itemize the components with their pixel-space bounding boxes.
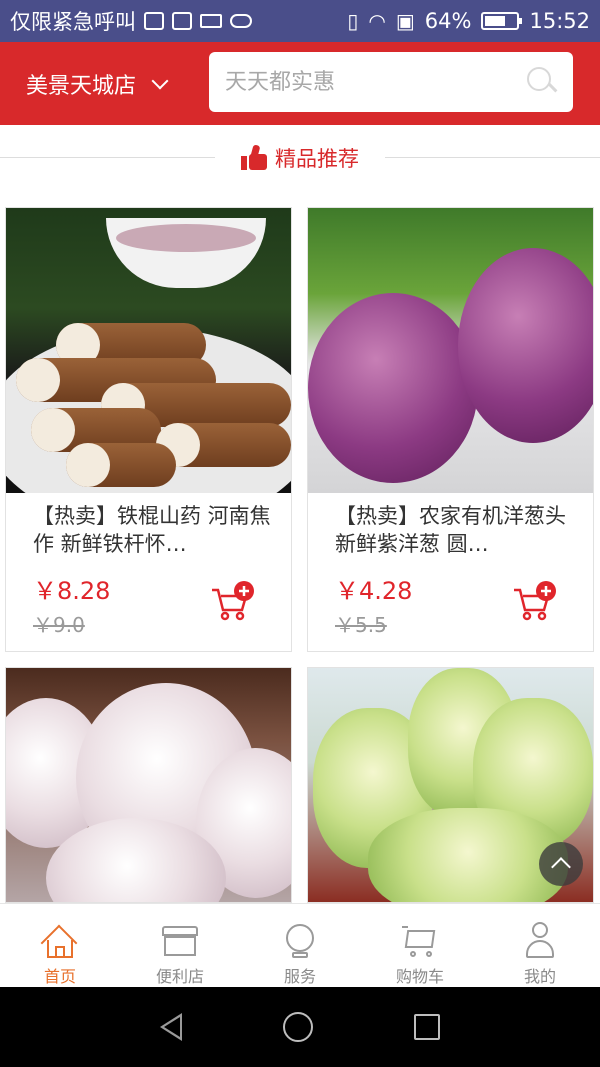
product-image-onion[interactable] [308, 208, 593, 493]
product-image-yam[interactable] [6, 208, 291, 493]
store-icon [160, 920, 200, 959]
home-button-icon[interactable] [282, 1012, 313, 1042]
tab-home[interactable]: 首页 [0, 904, 120, 987]
product-card[interactable]: 【热卖】农家有机洋葱头 新鲜紫洋葱 圆… ￥4.28 ￥5.5 [307, 207, 594, 652]
sim-icon: ▣ [395, 9, 415, 33]
user-icon [520, 920, 560, 959]
tab-label: 服务 [283, 967, 316, 986]
divider [385, 157, 600, 158]
product-price: ￥4.28 [335, 577, 413, 605]
tab-store[interactable]: 便利店 [120, 904, 240, 987]
search-box[interactable] [209, 52, 573, 112]
store-selector[interactable]: 美景天城店 [26, 68, 206, 100]
keyboard-icon [200, 14, 222, 28]
tab-service[interactable]: 服务 [240, 904, 360, 987]
carrier-text: 仅限紧急呼叫 [10, 10, 136, 34]
thumbs-up-icon [241, 144, 267, 171]
back-icon[interactable] [160, 1013, 183, 1041]
divider [0, 157, 215, 158]
battery-percent: 64% [424, 9, 472, 33]
product-card[interactable] [5, 667, 292, 903]
clock: 15:52 [529, 9, 590, 33]
search-icon[interactable] [527, 67, 557, 97]
weather-icon [230, 14, 252, 28]
battery-icon [481, 12, 523, 30]
back-to-top-button[interactable] [539, 842, 583, 886]
vibrate-icon: ▯ [347, 9, 359, 33]
product-price: ￥8.28 [33, 577, 111, 605]
product-original-price: ￥9.0 [33, 613, 85, 637]
section-header: 精品推荐 [0, 138, 600, 178]
product-original-price: ￥5.5 [335, 613, 387, 637]
product-title[interactable]: 【热卖】铁棍山药 河南焦作 新鲜铁杆怀… [33, 502, 273, 558]
add-to-cart-icon[interactable] [210, 580, 256, 622]
upload-notification-icon [144, 12, 164, 30]
search-input[interactable] [225, 69, 527, 95]
section-title: 精品推荐 [275, 147, 359, 171]
app-header: 美景天城店 [0, 42, 600, 125]
tab-cart[interactable]: 购物车 [360, 904, 480, 987]
tab-label: 购物车 [395, 967, 444, 986]
service-icon [280, 920, 320, 959]
status-bar: 仅限紧急呼叫 ▯ ◠ ▣ 64% 15:52 [0, 0, 600, 42]
image-notification-icon [172, 12, 192, 30]
tab-label: 便利店 [155, 967, 204, 986]
product-card[interactable]: 【热卖】铁棍山药 河南焦作 新鲜铁杆怀… ￥8.28 ￥9.0 [5, 207, 292, 652]
tab-label: 首页 [43, 967, 76, 986]
home-icon [40, 920, 80, 962]
product-title[interactable]: 【热卖】农家有机洋葱头 新鲜紫洋葱 圆… [335, 502, 575, 558]
chevron-down-icon [151, 72, 169, 89]
cart-icon [400, 920, 440, 959]
product-image-garlic[interactable] [6, 668, 291, 902]
add-to-cart-icon[interactable] [512, 580, 558, 622]
bottom-tab-bar: 首页 便利店 服务 购物车 我的 [0, 903, 600, 987]
system-nav-bar [0, 987, 600, 1067]
recents-icon[interactable] [413, 1014, 440, 1040]
tab-label: 我的 [523, 967, 556, 986]
wifi-icon: ◠ [368, 9, 386, 33]
tab-profile[interactable]: 我的 [480, 904, 600, 987]
store-name: 美景天城店 [26, 73, 137, 99]
